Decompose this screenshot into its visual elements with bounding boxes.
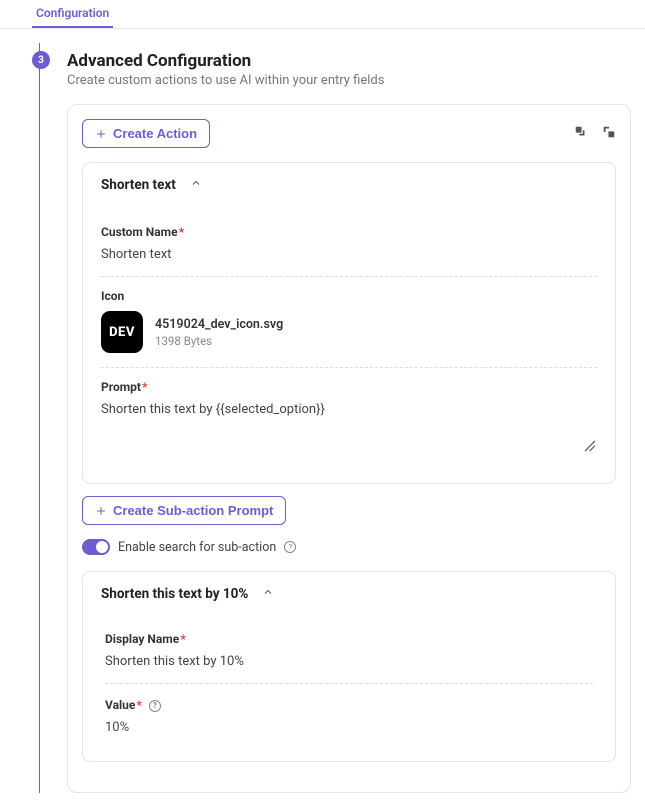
chevron-up-icon (190, 177, 202, 193)
prompt-value[interactable]: Shorten this text by {{selected_option}} (101, 402, 597, 417)
value-value[interactable]: 10% (105, 720, 593, 735)
plus-icon (95, 505, 107, 517)
subaction-item: Shorten this text by 10% Display Name* S… (82, 571, 616, 762)
enable-search-toggle[interactable] (82, 539, 110, 555)
icon-filesize: 1398 Bytes (155, 334, 283, 348)
step-badge: 3 (32, 51, 50, 69)
display-name-value[interactable]: Shorten this text by 10% (105, 654, 593, 669)
create-subaction-label: Create Sub-action Prompt (113, 503, 273, 518)
collapse-all-icon[interactable] (602, 125, 616, 143)
action-item-title: Shorten text (101, 177, 176, 193)
prompt-label: Prompt* (101, 380, 597, 394)
value-label: Value* ? (105, 698, 593, 712)
custom-name-value[interactable]: Shorten text (101, 247, 597, 262)
section-description: Create custom actions to use AI within y… (67, 73, 631, 88)
help-icon[interactable]: ? (149, 700, 161, 712)
display-name-label: Display Name* (105, 632, 593, 646)
icon-label: Icon (101, 289, 597, 303)
plus-icon (95, 128, 107, 140)
create-action-label: Create Action (113, 126, 197, 141)
tab-configuration[interactable]: Configuration (32, 0, 113, 28)
icon-filename: 4519024_dev_icon.svg (155, 317, 283, 332)
custom-name-label: Custom Name* (101, 225, 597, 239)
subaction-item-header[interactable]: Shorten this text by 10% (83, 572, 615, 616)
chevron-up-icon (262, 586, 274, 602)
create-action-button[interactable]: Create Action (82, 119, 210, 148)
expand-all-icon[interactable] (574, 125, 588, 143)
action-item-header[interactable]: Shorten text (83, 163, 615, 207)
actions-card: Create Action Shorten text (67, 104, 631, 793)
create-subaction-button[interactable]: Create Sub-action Prompt (82, 496, 286, 525)
section-title: Advanced Configuration (67, 51, 631, 71)
help-icon[interactable]: ? (284, 541, 296, 553)
dev-icon[interactable]: DEV (101, 311, 143, 353)
resize-handle-icon[interactable] (583, 439, 597, 453)
enable-search-label: Enable search for sub-action (118, 540, 276, 555)
subaction-item-title: Shorten this text by 10% (101, 586, 248, 602)
action-item: Shorten text Custom Name* Shorten text I… (82, 162, 616, 484)
